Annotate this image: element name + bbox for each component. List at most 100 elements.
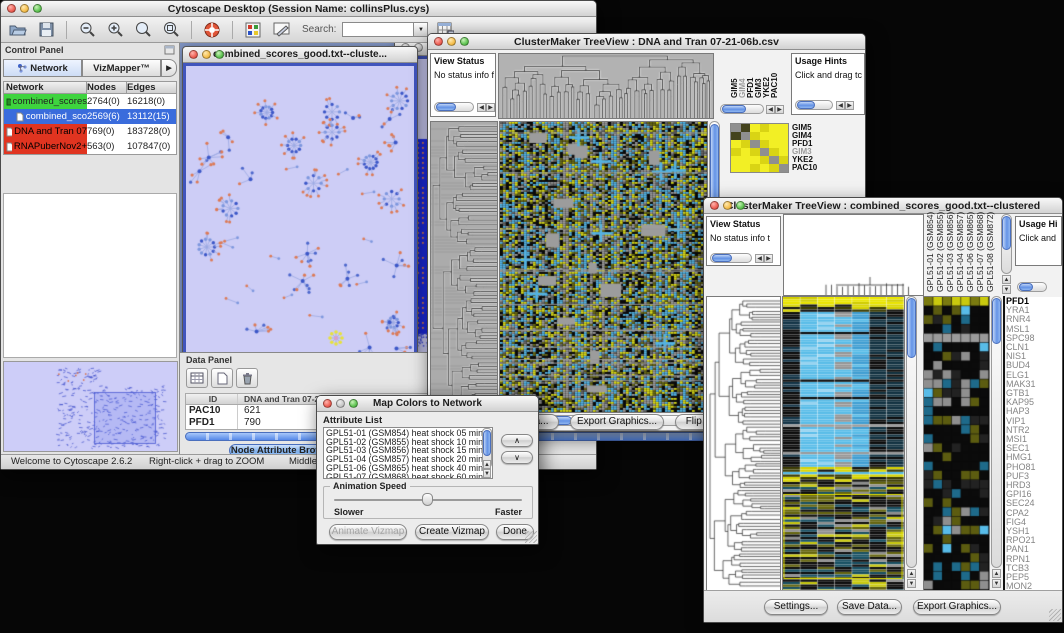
scroll-left-icon[interactable]: ◀ [766,105,775,114]
tv2-heatmap[interactable] [782,296,905,591]
minimize-icon[interactable] [202,50,211,59]
network-row-dna-tran[interactable]: DNA and Tran 07 769(0) 183728(0) [4,124,176,139]
scroll-down-icon[interactable]: ▼ [1002,285,1011,294]
zoom-window-icon[interactable] [736,201,745,210]
close-icon[interactable] [323,399,332,408]
scroll-down-icon[interactable]: ▼ [483,469,491,478]
scroll-down-icon[interactable]: ▼ [992,579,1001,588]
attribute-list-item[interactable]: GPL51-07 (GSM868) heat shock 60 min [324,473,492,479]
tv1-status-scrollbar[interactable] [434,102,474,112]
animate-vizmap-button[interactable]: Animate Vizmap [329,524,407,540]
control-panel-header: Control Panel [1,43,179,57]
main-titlebar[interactable]: Cytoscape Desktop (Session Name: collins… [1,1,596,17]
tv2-zoom-heatmap[interactable] [923,296,990,591]
scroll-up-icon[interactable]: ▲ [483,460,491,469]
network-table-header[interactable]: Network Nodes Edges [4,82,176,94]
minimize-icon[interactable] [723,201,732,210]
resize-grip[interactable] [1049,609,1061,621]
similarity-matrix[interactable] [730,123,789,173]
zoom-fit-icon[interactable] [132,20,154,40]
tv2-row-dendrogram[interactable] [706,296,781,591]
search-combobox[interactable]: ▼ [342,22,428,37]
move-down-button[interactable]: ∨ [501,451,533,464]
scroll-up-icon[interactable]: ▲ [1002,275,1011,284]
document-icon [16,112,24,122]
zoom-window-icon[interactable] [460,37,469,46]
scroll-left-icon[interactable]: ◀ [836,101,845,110]
tv2-export-graphics-button[interactable]: Export Graphics... [913,599,1001,615]
save-icon[interactable] [35,20,57,40]
scroll-right-icon[interactable]: ▶ [486,103,495,112]
tv2-save-data-button[interactable]: Save Data... [837,599,902,615]
network-row-selected[interactable]: combined_sco 2569(6) 13112(15) [4,109,176,124]
tv2-column-dendrogram[interactable] [783,214,924,296]
scroll-right-icon[interactable]: ▶ [764,254,773,263]
tv1-heatmap[interactable] [499,121,708,413]
tab-network[interactable]: Network [3,59,82,77]
float-panel-icon[interactable] [164,45,175,55]
scroll-left-icon[interactable]: ◀ [477,103,486,112]
column-label[interactable]: GPL51-01 (GSM854) [925,214,935,294]
tv2-zoom-vscrollbar[interactable] [991,296,1002,568]
delete-attribute-icon[interactable] [236,368,258,388]
scroll-right-icon[interactable]: ▶ [845,101,854,110]
open-folder-icon[interactable] [7,20,29,40]
table-view-icon[interactable] [186,368,208,388]
close-icon[interactable] [7,4,16,13]
tab-overflow-button[interactable]: ▶ [161,59,177,77]
new-attribute-icon[interactable] [211,368,233,388]
vizmap-grid-icon[interactable] [242,20,264,40]
network-window-1[interactable]: combined_scores_good.txt--cluste... [182,46,418,368]
zoom-window-icon[interactable] [349,399,358,408]
minimize-icon[interactable] [20,4,29,13]
dialog-titlebar[interactable]: Map Colors to Network [317,396,538,412]
minimize-icon[interactable] [336,399,345,408]
column-label[interactable]: GPL51-04 (GSM857) [955,214,965,294]
scroll-down-icon[interactable]: ▼ [907,579,916,588]
attribute-list[interactable]: GPL51-01 (GSM854) heat shock 05 minGPL51… [323,427,493,479]
zoom-window-icon[interactable] [33,4,42,13]
tv1-column-dendrogram[interactable] [498,53,714,119]
treeview1-titlebar[interactable]: ClusterMaker TreeView : DNA and Tran 07-… [428,34,865,50]
column-label[interactable]: GPL51-03 (GSM856) [945,214,955,294]
birdseye-view[interactable] [3,361,178,452]
tv1-matrix-hscrollbar[interactable] [720,104,764,114]
close-icon[interactable] [189,50,198,59]
search-input[interactable] [342,22,414,37]
tv2-heatmap-vscrollbar[interactable] [906,296,917,568]
network-row-rnapuber[interactable]: RNAPuberNov2+ 563(0) 107847(0) [4,139,176,154]
zoom-out-icon[interactable] [76,20,98,40]
tv2-settings-button[interactable]: Settings... [764,599,828,615]
tv1-hints-scrollbar[interactable] [795,100,833,110]
move-up-button[interactable]: ∧ [501,434,533,447]
zoom-in-icon[interactable] [104,20,126,40]
tv1-export-graphics-button[interactable]: Export Graphics... [570,414,664,430]
column-label[interactable]: GPL51-02 (GSM855) [935,214,945,294]
scroll-up-icon[interactable]: ▲ [907,569,916,578]
annotation-icon[interactable] [270,20,292,40]
slider-thumb[interactable] [422,493,433,506]
tv2-collabel-vscrollbar[interactable] [1001,214,1012,274]
network-canvas-1[interactable] [183,63,417,367]
column-label[interactable]: GPL51-07 (GSM868) [975,214,985,294]
tv2-hints-scrollbar[interactable] [1017,282,1047,292]
tv2-status-scrollbar[interactable] [710,253,752,263]
scroll-left-icon[interactable]: ◀ [755,254,764,263]
treeview2-titlebar[interactable]: ClusterMaker TreeView : combined_scores_… [704,198,1062,214]
close-icon[interactable] [710,201,719,210]
column-label[interactable]: GPL51-08 (GSM872) [985,214,995,294]
zoom-window-icon[interactable] [215,50,224,59]
scroll-up-icon[interactable]: ▲ [992,569,1001,578]
column-label[interactable]: GPL51-06 (GSM865) [965,214,975,294]
tab-vizmapper[interactable]: VizMapper™ [82,59,161,77]
close-icon[interactable] [434,37,443,46]
network-row-combined-scores[interactable]: combined_scores 2764(0) 16218(0) [4,94,176,109]
create-vizmap-button[interactable]: Create Vizmap [415,524,489,540]
zoom-selected-icon[interactable] [160,20,182,40]
search-dropdown-icon[interactable]: ▼ [414,22,428,37]
tv1-row-dendrogram[interactable] [430,121,498,413]
help-lifesaver-icon[interactable] [201,20,223,40]
resize-grip[interactable] [525,531,537,543]
minimize-icon[interactable] [447,37,456,46]
scroll-right-icon[interactable]: ▶ [775,105,784,114]
